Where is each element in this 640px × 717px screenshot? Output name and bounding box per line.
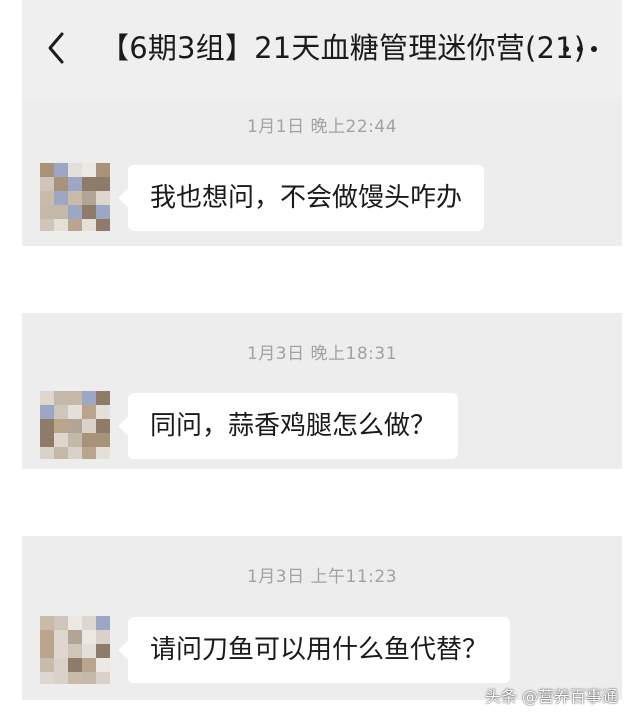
avatar-mosaic-tile xyxy=(68,433,82,447)
chat-title: 【6期3组】21天血糖管理迷你营(21) xyxy=(100,31,586,65)
avatar-mosaic-tile xyxy=(68,644,82,658)
avatar-mosaic-tile xyxy=(82,191,96,205)
avatar-mosaic-tile xyxy=(96,405,110,419)
avatar-mosaic-tile xyxy=(96,391,110,405)
avatar-mosaic-tile xyxy=(68,616,82,630)
avatar-mosaic-tile xyxy=(96,433,110,447)
avatar-mosaic-tile xyxy=(82,163,96,177)
avatar-mosaic-tile xyxy=(54,447,68,459)
avatar-mosaic-tile xyxy=(40,163,54,177)
avatar-mosaic-tile xyxy=(40,433,54,447)
avatar-mosaic-tile xyxy=(96,219,110,231)
message-panel: 1月3日 晚上18:31 同问，蒜香鸡腿怎么做？ xyxy=(22,313,622,469)
message-bubble[interactable]: 请问刀鱼可以用什么鱼代替？ xyxy=(117,617,511,683)
message-bubble[interactable]: 同问，蒜香鸡腿怎么做？ xyxy=(117,393,459,459)
avatar-mosaic-tile xyxy=(68,419,82,433)
avatar-mosaic-tile xyxy=(82,219,96,231)
avatar-mosaic-tile xyxy=(40,658,54,672)
avatar-mosaic-tile xyxy=(96,447,110,459)
avatar-mosaic-tile xyxy=(68,205,82,219)
avatar[interactable] xyxy=(40,616,110,684)
avatar-mosaic-tile xyxy=(68,219,82,231)
avatar-mosaic-tile xyxy=(68,672,82,684)
avatar-mosaic-tile xyxy=(40,447,54,459)
avatar-mosaic-tile xyxy=(96,419,110,433)
message-timestamp: 1月1日 晚上22:44 xyxy=(246,117,398,137)
avatar-mosaic-tile xyxy=(82,658,96,672)
chevron-left-icon xyxy=(48,32,64,64)
avatar-mosaic-tile xyxy=(96,177,110,191)
avatar[interactable] xyxy=(40,163,110,231)
avatar-mosaic-tile xyxy=(68,630,82,644)
avatar-mosaic-tile xyxy=(82,447,96,459)
avatar-mosaic-tile xyxy=(96,616,110,630)
avatar-mosaic-tile xyxy=(68,405,82,419)
avatar[interactable] xyxy=(40,391,110,459)
more-horizontal-icon xyxy=(563,46,597,52)
avatar-mosaic-tile xyxy=(40,419,54,433)
avatar-mosaic-tile xyxy=(82,630,96,644)
avatar-mosaic-tile xyxy=(54,391,68,405)
back-button[interactable] xyxy=(40,26,76,70)
avatar-mosaic-tile xyxy=(54,672,68,684)
message-bubble[interactable]: 我也想问，不会做馒头咋办 xyxy=(117,165,485,231)
avatar-mosaic-tile xyxy=(54,644,68,658)
avatar-mosaic-tile xyxy=(96,205,110,219)
message-timestamp: 1月3日 上午11:23 xyxy=(246,567,398,587)
avatar-mosaic-tile xyxy=(82,405,96,419)
watermark: 头条 @营养百事通 xyxy=(484,687,618,706)
avatar-mosaic-tile xyxy=(54,191,68,205)
avatar-mosaic-tile xyxy=(68,163,82,177)
chat-header: 【6期3组】21天血糖管理迷你营(21) xyxy=(22,0,622,98)
avatar-mosaic-tile xyxy=(40,177,54,191)
avatar-mosaic-tile xyxy=(96,630,110,644)
more-button[interactable] xyxy=(560,34,600,64)
avatar-mosaic-tile xyxy=(82,644,96,658)
avatar-mosaic-tile xyxy=(54,219,68,231)
avatar-mosaic-tile xyxy=(40,672,54,684)
avatar-mosaic-tile xyxy=(54,433,68,447)
avatar-mosaic-tile xyxy=(96,163,110,177)
avatar-mosaic-tile xyxy=(40,405,54,419)
message-panel: 1月1日 晚上22:44 我也想问，不会做馒头咋办 xyxy=(22,98,622,246)
avatar-mosaic-tile xyxy=(68,391,82,405)
avatar-mosaic-tile xyxy=(54,405,68,419)
avatar-mosaic-tile xyxy=(40,616,54,630)
avatar-mosaic-tile xyxy=(40,219,54,231)
avatar-mosaic-tile xyxy=(82,616,96,630)
avatar-mosaic-tile xyxy=(82,433,96,447)
avatar-mosaic-tile xyxy=(68,447,82,459)
avatar-mosaic-tile xyxy=(54,163,68,177)
avatar-mosaic-tile xyxy=(82,419,96,433)
avatar-mosaic-tile xyxy=(40,630,54,644)
avatar-mosaic-tile xyxy=(96,191,110,205)
avatar-mosaic-tile xyxy=(82,391,96,405)
avatar-mosaic-tile xyxy=(68,191,82,205)
avatar-mosaic-tile xyxy=(54,419,68,433)
avatar-mosaic-tile xyxy=(54,658,68,672)
avatar-mosaic-tile xyxy=(40,644,54,658)
avatar-mosaic-tile xyxy=(54,177,68,191)
avatar-mosaic-tile xyxy=(54,616,68,630)
avatar-mosaic-tile xyxy=(40,191,54,205)
avatar-mosaic-tile xyxy=(68,658,82,672)
avatar-mosaic-tile xyxy=(96,658,110,672)
message-panel: 1月3日 上午11:23 请问刀鱼可以用什么鱼代替？ xyxy=(22,536,622,700)
avatar-mosaic-tile xyxy=(96,672,110,684)
avatar-mosaic-tile xyxy=(54,205,68,219)
avatar-mosaic-tile xyxy=(54,630,68,644)
avatar-mosaic-tile xyxy=(82,177,96,191)
avatar-mosaic-tile xyxy=(40,205,54,219)
avatar-mosaic-tile xyxy=(82,205,96,219)
avatar-mosaic-tile xyxy=(68,177,82,191)
avatar-mosaic-tile xyxy=(82,672,96,684)
avatar-mosaic-tile xyxy=(40,391,54,405)
message-timestamp: 1月3日 晚上18:31 xyxy=(246,344,398,364)
avatar-mosaic-tile xyxy=(96,644,110,658)
